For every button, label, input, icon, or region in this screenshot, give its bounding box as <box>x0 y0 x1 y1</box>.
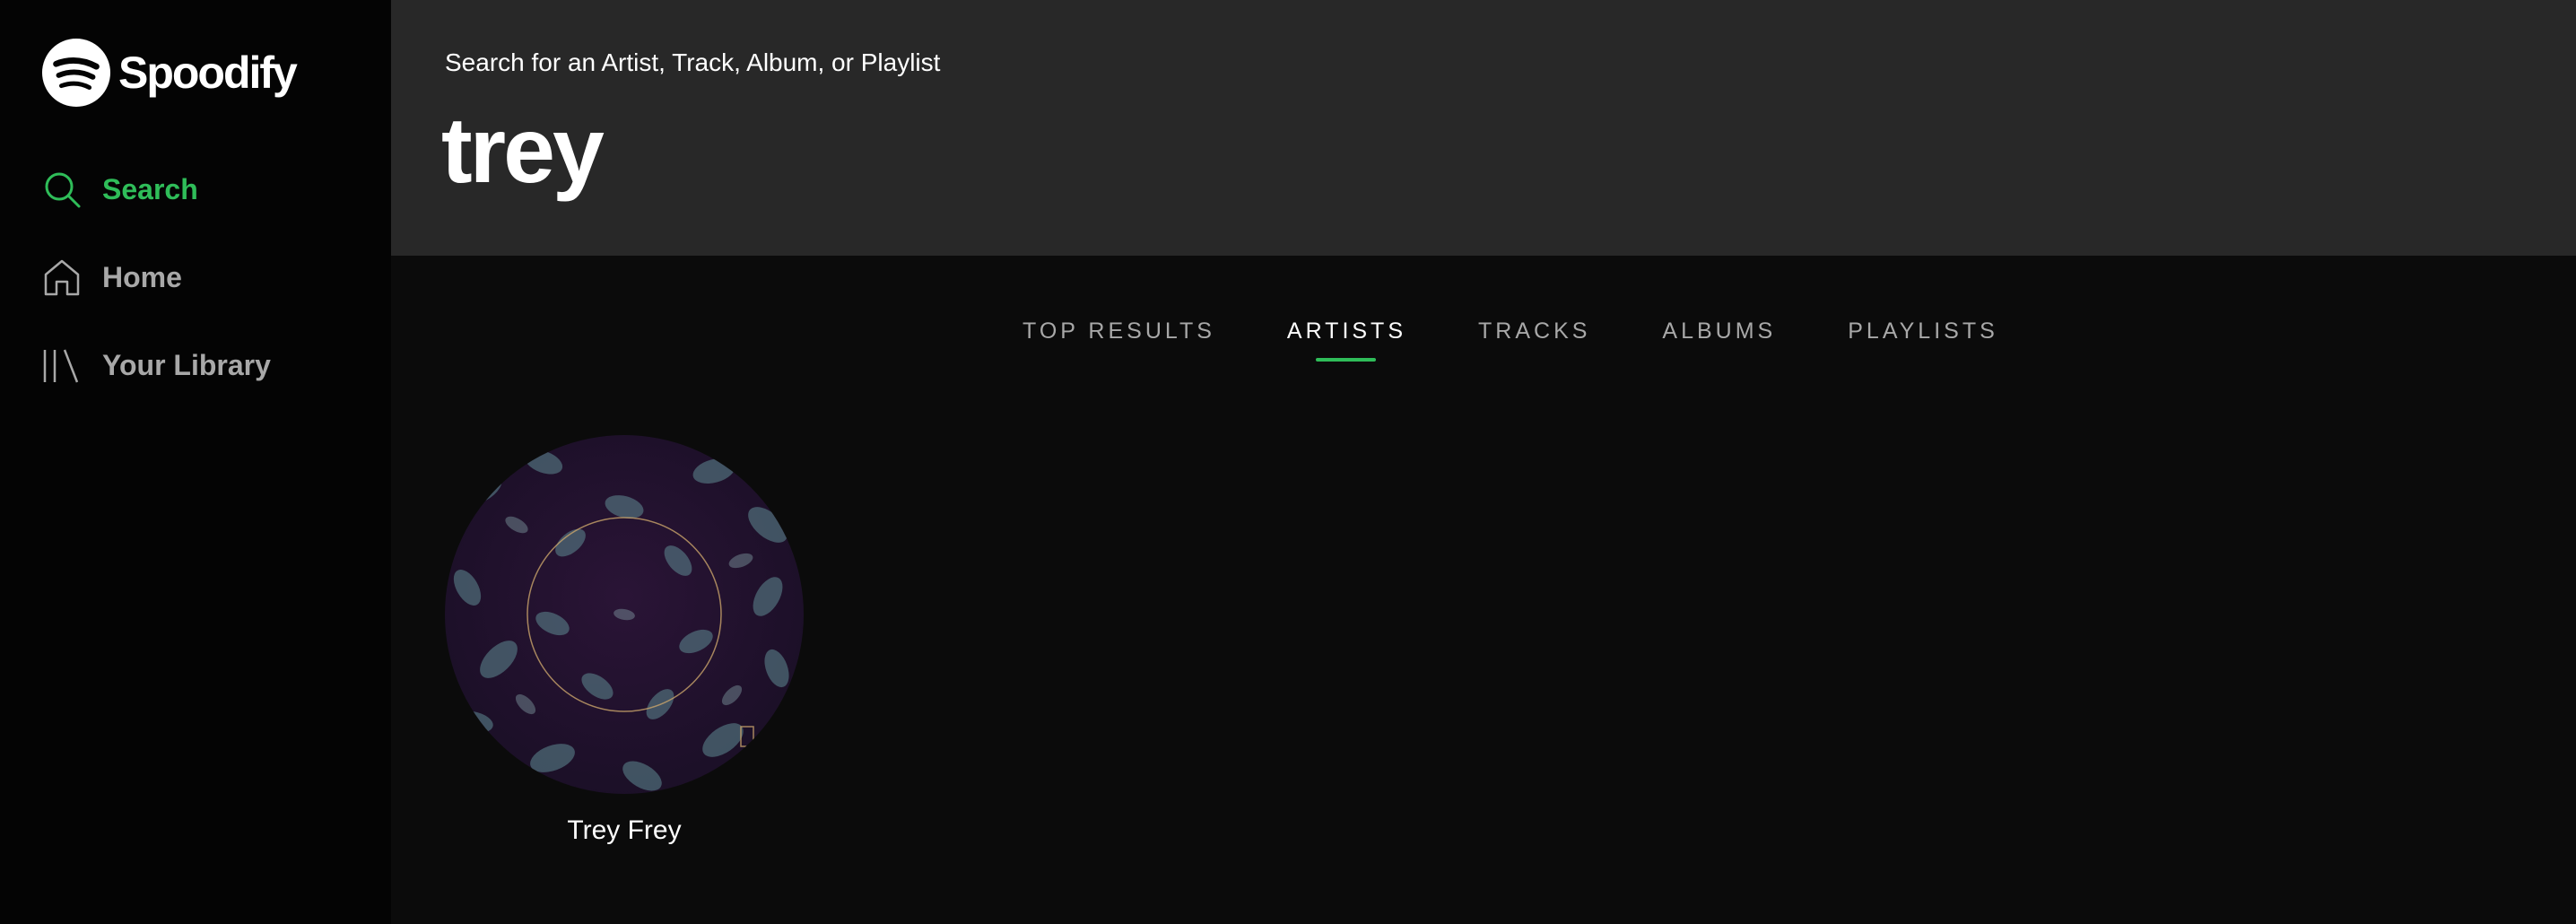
tab-albums[interactable]: ALBUMS <box>1662 318 1776 344</box>
artist-image <box>445 435 804 794</box>
search-icon <box>45 172 81 208</box>
sidebar-item-search[interactable]: Search <box>41 145 271 233</box>
artist-name: Trey Frey <box>567 815 682 845</box>
sidebar-item-home[interactable]: Home <box>41 233 271 321</box>
search-header: Search for an Artist, Track, Album, or P… <box>391 0 2576 256</box>
app-logo[interactable]: Spoodify <box>41 38 298 108</box>
artist-card[interactable]: Trey Frey <box>445 435 804 846</box>
sidebar-item-label: Search <box>102 172 198 205</box>
tab-tracks[interactable]: TRACKS <box>1478 318 1590 344</box>
library-icon <box>43 349 79 383</box>
tab-playlists[interactable]: PLAYLISTS <box>1848 318 1998 344</box>
sidebar-item-library[interactable]: Your Library <box>41 321 271 409</box>
search-prompt: Search for an Artist, Track, Album, or P… <box>445 48 941 76</box>
search-input[interactable] <box>441 97 1876 205</box>
active-tab-indicator <box>1315 358 1377 362</box>
sidebar-nav: Search Home Your Library <box>41 145 271 409</box>
sidebar: Spoodify Search Home Your Library <box>0 0 391 924</box>
sidebar-item-label: Home <box>102 260 182 293</box>
sidebar-item-label: Your Library <box>102 348 271 381</box>
home-icon <box>44 259 80 296</box>
results-tabs: TOP RESULTS ARTISTS TRACKS ALBUMS PLAYLI… <box>1023 318 2070 362</box>
tab-artists[interactable]: ARTISTS <box>1286 318 1407 362</box>
spoodify-logo-icon <box>41 38 111 108</box>
tab-top-results[interactable]: TOP RESULTS <box>1023 318 1215 344</box>
app-name: Spoodify <box>118 48 298 98</box>
tab-label: ARTISTS <box>1286 318 1407 344</box>
